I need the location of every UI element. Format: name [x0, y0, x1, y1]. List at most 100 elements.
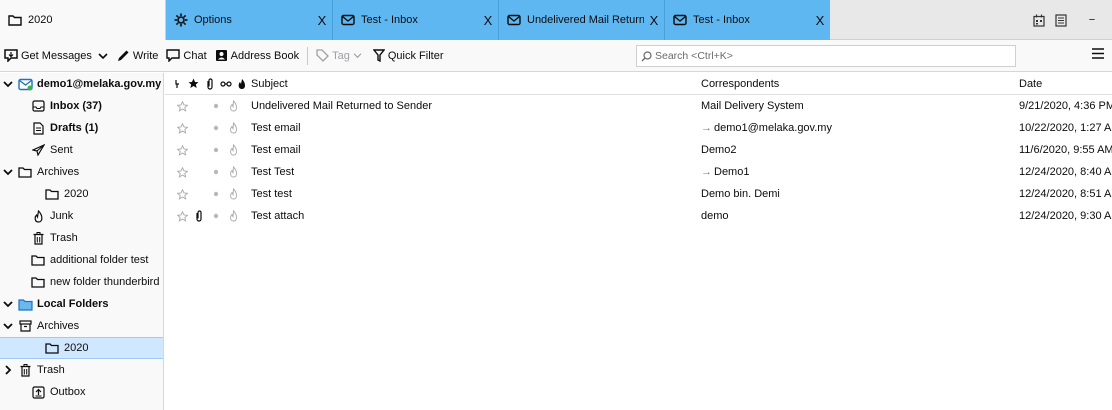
- message-row[interactable]: Test test Demo bin. Demi 12/24/2020, 8:51 …: [165, 183, 1112, 205]
- star-icon[interactable]: [175, 188, 189, 200]
- folder-item-drafts-1[interactable]: Drafts (1): [0, 117, 163, 139]
- get-messages-icon: [4, 49, 18, 62]
- close-icon[interactable]: X: [810, 13, 830, 28]
- folder-item-sent[interactable]: Sent: [0, 139, 163, 161]
- folder-item-trash[interactable]: Trash: [0, 227, 163, 249]
- chevron-down-icon[interactable]: [2, 168, 14, 176]
- message-date: 9/21/2020, 4:36 PM: [1019, 100, 1112, 112]
- folder-item-archives[interactable]: Archives: [0, 161, 163, 183]
- folder-item-demo1-melaka-gov-my[interactable]: demo1@melaka.gov.my: [0, 73, 163, 95]
- correspondent-name: Mail Delivery System: [701, 100, 804, 112]
- read-column-icon[interactable]: [219, 80, 232, 88]
- folder-item-archives[interactable]: Archives: [0, 315, 163, 337]
- read-status-icon[interactable]: [209, 125, 223, 131]
- tab-undelivered-mail[interactable]: Undelivered Mail Returned t X: [498, 0, 664, 40]
- search-box[interactable]: [636, 45, 1016, 67]
- star-icon[interactable]: [175, 122, 189, 134]
- address-book-button[interactable]: Address Book: [211, 44, 303, 68]
- read-status-icon[interactable]: [209, 213, 223, 219]
- folder-icon: [30, 274, 46, 290]
- message-correspondent: Mail Delivery System: [701, 100, 1019, 112]
- read-status-icon[interactable]: [209, 169, 223, 175]
- correspondent-name: Demo1: [714, 166, 750, 178]
- tag-button[interactable]: Tag: [312, 44, 369, 68]
- star-icon[interactable]: [175, 100, 189, 112]
- folder-item-2020[interactable]: 2020: [0, 183, 163, 205]
- tab-label: 2020: [28, 14, 53, 26]
- tab-label: Test - Inbox: [693, 14, 750, 26]
- attachment-column-icon[interactable]: [203, 77, 216, 90]
- folder-label: new folder thunderbird: [50, 276, 160, 288]
- get-messages-dropdown[interactable]: [96, 44, 113, 68]
- quick-filter-button[interactable]: Quick Filter: [369, 44, 448, 68]
- junk-status-icon[interactable]: [226, 188, 240, 200]
- tab-options[interactable]: Options X: [166, 0, 332, 40]
- folder-item-new-folder-thunderbird[interactable]: new folder thunderbird: [0, 271, 163, 293]
- chat-icon: [166, 49, 181, 62]
- tab-2020[interactable]: 2020: [0, 0, 166, 40]
- chevron-down-icon[interactable]: [2, 80, 14, 88]
- chat-button[interactable]: Chat: [162, 44, 210, 68]
- folder-item-additional-folder-test[interactable]: additional folder test: [0, 249, 163, 271]
- star-column-icon[interactable]: [187, 78, 200, 89]
- chevron-down-icon: [353, 53, 362, 59]
- chevron-down-icon[interactable]: [2, 300, 14, 308]
- junk-icon: [30, 208, 46, 224]
- calendar-icon[interactable]: [1028, 14, 1050, 27]
- chevron-down-icon[interactable]: [2, 322, 14, 330]
- junk-status-icon[interactable]: [226, 122, 240, 134]
- folder-label: Archives: [37, 320, 80, 332]
- folder-item-2020[interactable]: 2020: [0, 337, 163, 359]
- folder-label: additional folder test: [50, 254, 149, 266]
- tab-label: Options: [194, 14, 232, 26]
- junk-status-icon[interactable]: [226, 166, 240, 178]
- folder-item-outbox[interactable]: Outbox: [0, 381, 163, 403]
- tab-test-inbox-2[interactable]: Test - Inbox X: [664, 0, 830, 40]
- correspondent-name: demo: [701, 210, 729, 222]
- mail-toolbar: Get Messages Write Chat Address Book Tag…: [0, 40, 1112, 72]
- write-label: Write: [132, 49, 159, 62]
- read-status-icon[interactable]: [209, 147, 223, 153]
- tab-test-inbox[interactable]: Test - Inbox X: [332, 0, 498, 40]
- message-date: 10/22/2020, 1:27 AM: [1019, 122, 1112, 134]
- subject-column-header[interactable]: Subject: [251, 78, 701, 90]
- tag-label: Tag: [332, 49, 350, 62]
- close-icon[interactable]: X: [644, 13, 664, 28]
- message-row[interactable]: Test attach demo 12/24/2020, 9:30 AM: [165, 205, 1112, 227]
- drafts-icon: [30, 120, 46, 136]
- thread-column-icon[interactable]: [171, 79, 184, 89]
- correspondents-column-header[interactable]: Correspondents: [701, 78, 1019, 90]
- folder-item-inbox-37[interactable]: Inbox (37): [0, 95, 163, 117]
- app-menu-button[interactable]: [1092, 48, 1104, 62]
- junk-column-icon[interactable]: [235, 78, 248, 90]
- get-messages-button[interactable]: Get Messages: [0, 44, 96, 68]
- junk-status-icon[interactable]: [226, 144, 240, 156]
- close-icon[interactable]: X: [478, 13, 498, 28]
- minimize-button[interactable]: −: [1072, 14, 1112, 26]
- read-status-icon[interactable]: [209, 103, 223, 109]
- trash-icon: [30, 230, 46, 246]
- write-button[interactable]: Write: [113, 44, 162, 68]
- envelope-icon: [673, 13, 687, 27]
- message-row[interactable]: Undelivered Mail Returned to Sender Mail …: [165, 95, 1112, 117]
- message-date: 12/24/2020, 9:30 AM: [1019, 210, 1112, 222]
- chat-label: Chat: [183, 49, 207, 62]
- local-folder-icon: [17, 296, 33, 312]
- junk-status-icon[interactable]: [226, 210, 240, 222]
- read-status-icon[interactable]: [209, 191, 223, 197]
- message-row[interactable]: Test email → demo1@melaka.gov.my 10/22/2020…: [165, 117, 1112, 139]
- star-icon[interactable]: [175, 210, 189, 222]
- chevron-right-icon[interactable]: [2, 365, 14, 375]
- close-icon[interactable]: X: [312, 13, 332, 28]
- folder-item-trash[interactable]: Trash: [0, 359, 163, 381]
- folder-item-local-folders[interactable]: Local Folders: [0, 293, 163, 315]
- star-icon[interactable]: [175, 144, 189, 156]
- star-icon[interactable]: [175, 166, 189, 178]
- message-row[interactable]: Test email Demo2 11/6/2020, 9:55 AM: [165, 139, 1112, 161]
- message-row[interactable]: Test Test → Demo1 12/24/2020, 8:40 AM: [165, 161, 1112, 183]
- tasks-icon[interactable]: [1050, 13, 1072, 27]
- date-column-header[interactable]: Date: [1019, 78, 1112, 90]
- search-input[interactable]: [655, 50, 995, 62]
- folder-item-junk[interactable]: Junk: [0, 205, 163, 227]
- junk-status-icon[interactable]: [226, 100, 240, 112]
